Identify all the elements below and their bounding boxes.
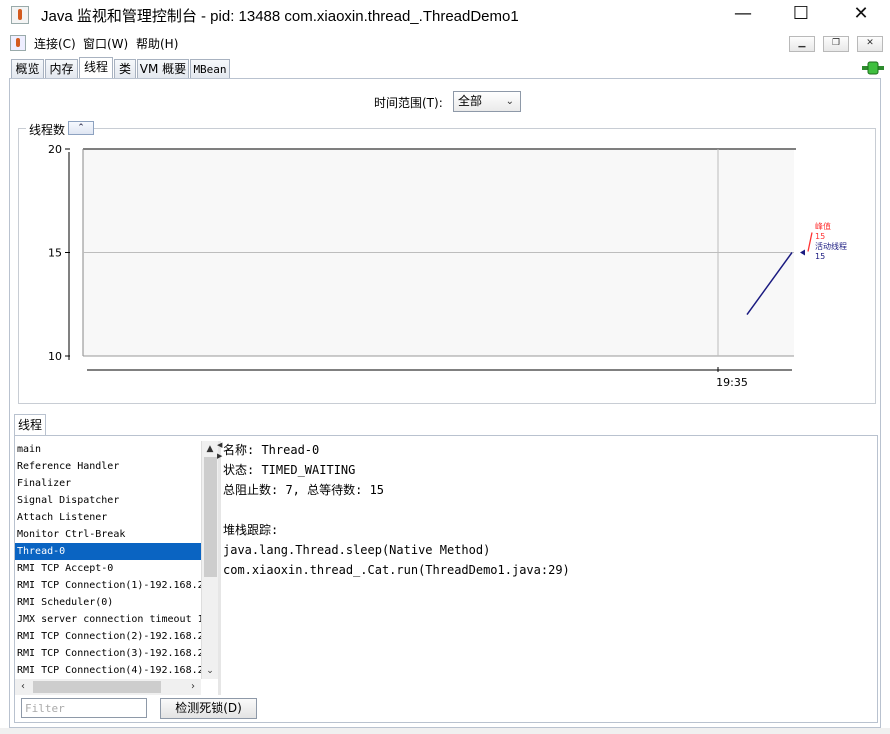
thread-list-item[interactable]: Monitor Ctrl-Break	[15, 526, 201, 543]
tab-threads[interactable]: 线程	[79, 57, 113, 79]
minimize-button[interactable]: —	[720, 0, 766, 30]
java-menu-icon[interactable]	[10, 35, 26, 51]
menu-help[interactable]: 帮助(H)	[136, 35, 178, 52]
thread-filter-input[interactable]	[21, 698, 147, 718]
time-range-select[interactable]: 全部 ⌄	[453, 91, 521, 112]
detail-stack-frame: java.lang.Thread.sleep(Native Method)	[223, 543, 491, 557]
split-pane-divider[interactable]	[218, 441, 221, 695]
time-range-value: 全部	[458, 94, 483, 108]
thread-list-item[interactable]: RMI TCP Connection(1)-192.168.2	[15, 577, 201, 594]
java-app-icon	[11, 6, 29, 24]
thread-list-item[interactable]: RMI Scheduler(0)	[15, 594, 201, 611]
thread-list-item[interactable]: RMI TCP Connection(2)-192.168.2	[15, 628, 201, 645]
tab-classes[interactable]: 类	[114, 59, 136, 79]
detect-deadlock-button[interactable]: 检测死锁(D)	[160, 698, 257, 719]
split-expand-right-icon[interactable]: ▶	[217, 452, 222, 460]
scroll-left-icon[interactable]: ‹	[15, 679, 31, 695]
scroll-down-icon[interactable]: ⌄	[202, 663, 218, 679]
detail-blank	[223, 502, 873, 522]
thread-list-item[interactable]: Reference Handler	[15, 458, 201, 475]
tab-vm-summary[interactable]: VM 概要	[137, 59, 189, 79]
title-bar: Java 监视和管理控制台 - pid: 13488 com.xiaoxin.t…	[0, 0, 890, 30]
inner-restore-button[interactable]: ❐	[823, 36, 849, 52]
menu-window[interactable]: 窗口(W)	[83, 35, 128, 52]
scroll-thumb[interactable]	[204, 457, 217, 577]
time-range-label: 时间范围(T):	[374, 96, 443, 110]
thread-count-chart-box	[18, 128, 876, 404]
thread-list-item[interactable]: RMI TCP Connection(3)-192.168.2	[15, 645, 201, 662]
scroll-up-icon[interactable]: ▲	[202, 441, 218, 457]
split-collapse-left-icon[interactable]: ◀	[217, 441, 222, 449]
thread-list-tab[interactable]: 线程	[14, 414, 46, 436]
detail-stack-heading: 堆栈跟踪:	[223, 523, 279, 537]
detail-counts: 总阻止数: 7, 总等待数: 15	[223, 483, 385, 497]
thread-list-item[interactable]: Attach Listener	[15, 509, 201, 526]
inner-minimize-button[interactable]: ▁	[789, 36, 815, 52]
thread-list[interactable]: main Reference Handler Finalizer Signal Dis…	[15, 441, 201, 679]
detail-stack-frame: com.xiaoxin.thread_.Cat.run(ThreadDemo1.…	[223, 563, 570, 577]
bottom-edge	[0, 728, 890, 734]
thread-list-item[interactable]: RMI TCP Connection(4)-192.168.2	[15, 662, 201, 679]
tab-bar: 概览 内存 线程 类 VM 概要 MBean	[0, 57, 890, 79]
thread-list-item[interactable]: Finalizer	[15, 475, 201, 492]
menu-bar: 连接(C) 窗口(W) 帮助(H) ▁ ❐ ✕	[0, 31, 890, 55]
scroll-thumb-horizontal[interactable]	[33, 681, 161, 693]
thread-detail-panel: 名称: Thread-0 状态: TIMED_WAITING 总阻止数: 7, …	[223, 442, 873, 582]
inner-close-button[interactable]: ✕	[857, 36, 883, 52]
thread-list-item[interactable]: JMX server connection timeout 1	[15, 611, 201, 628]
detail-name: 名称: Thread-0	[223, 443, 320, 457]
chart-title: 线程数	[26, 121, 69, 138]
thread-list-item[interactable]: Signal Dispatcher	[15, 492, 201, 509]
window-title: Java 监视和管理控制台 - pid: 13488 com.xiaoxin.t…	[41, 8, 519, 25]
menu-connect[interactable]: 连接(C)	[34, 35, 76, 52]
detail-state: 状态: TIMED_WAITING	[223, 463, 356, 477]
thread-list-item[interactable]: main	[15, 441, 201, 458]
maximize-button[interactable]: ☐	[778, 0, 824, 30]
tab-overview[interactable]: 概览	[11, 59, 44, 79]
thread-list-item[interactable]: RMI TCP Accept-0	[15, 560, 201, 577]
thread-list-vertical-scrollbar[interactable]: ▲ ⌄	[201, 441, 218, 679]
connection-status-icon	[862, 61, 884, 75]
tab-memory[interactable]: 内存	[45, 59, 78, 79]
collapse-chart-button[interactable]: ⌃	[68, 121, 94, 135]
tab-mbean-label: MBean	[193, 63, 227, 76]
thread-list-item[interactable]: Thread-0	[15, 543, 201, 560]
thread-list-horizontal-scrollbar[interactable]: ‹ ›	[15, 679, 201, 695]
chevron-down-icon: ⌄	[505, 96, 514, 107]
tab-mbean[interactable]: MBean	[190, 59, 230, 79]
scroll-right-icon[interactable]: ›	[185, 679, 201, 695]
close-button[interactable]: ✕	[838, 0, 884, 30]
